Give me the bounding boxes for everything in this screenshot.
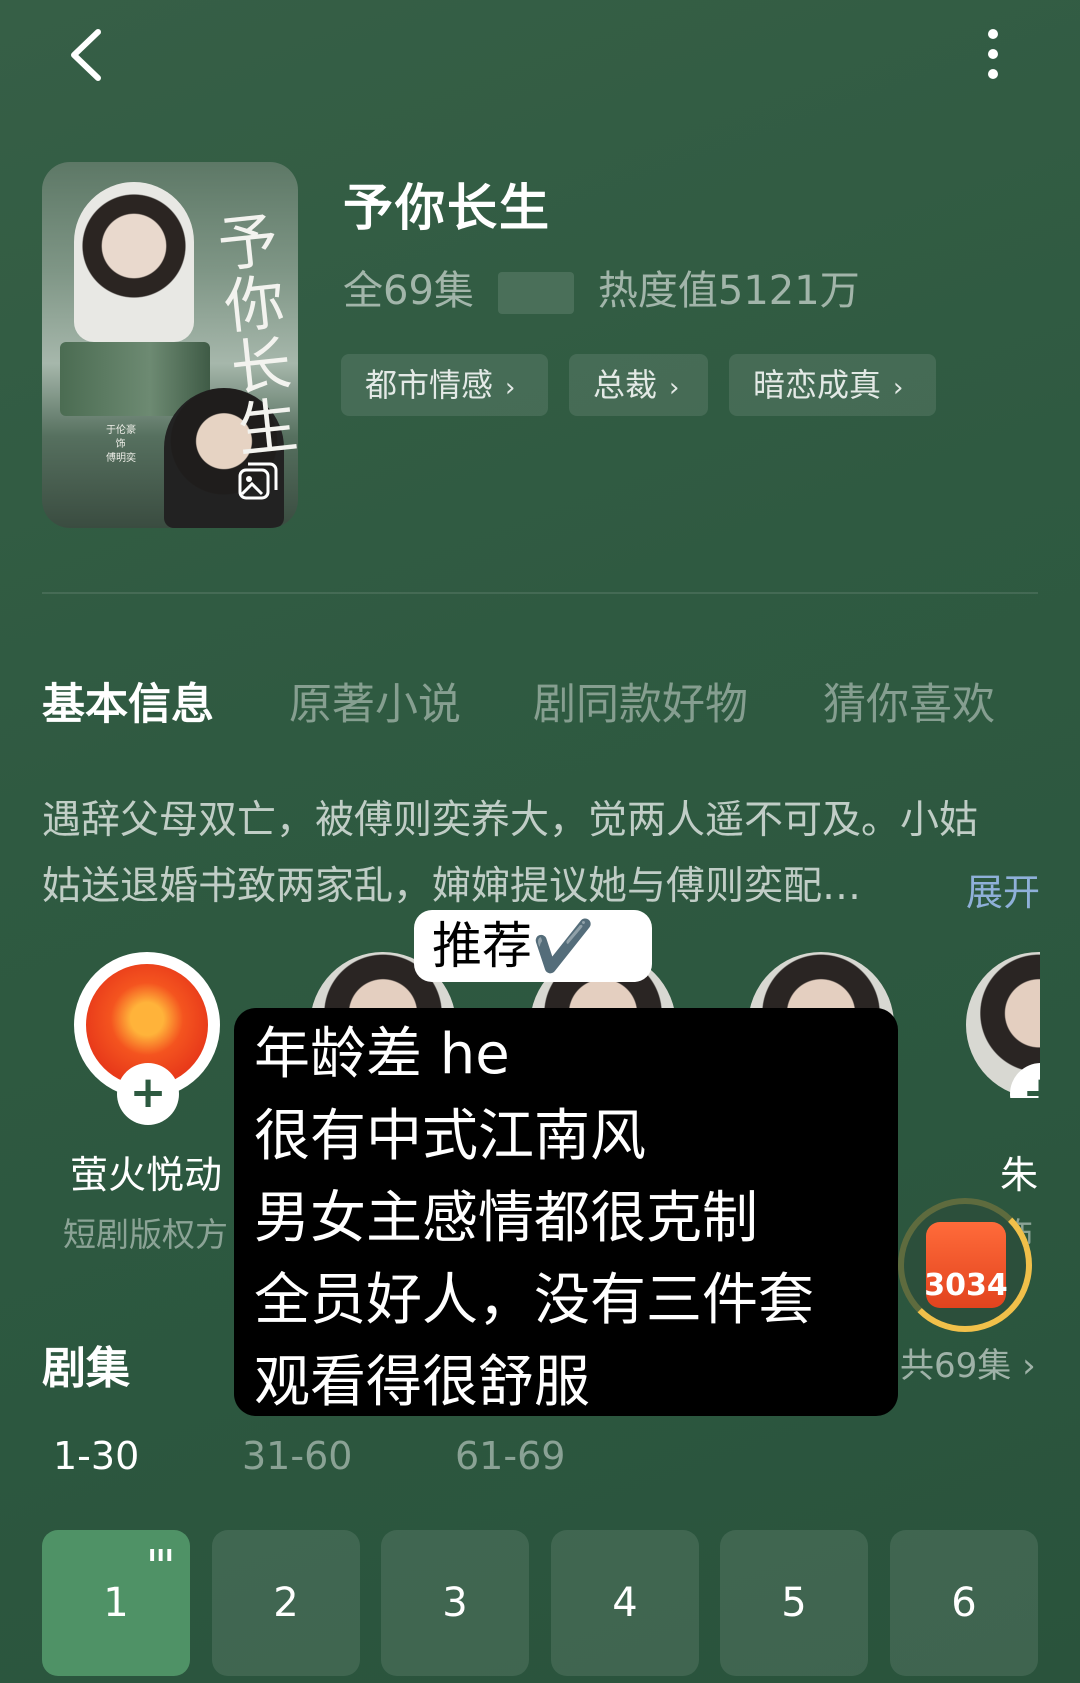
reward-coin-button[interactable]: 3034 (898, 1198, 1032, 1332)
episode-count: 全69集 (343, 268, 474, 314)
heat-value: 热度值5121万 (597, 268, 860, 314)
chevron-right-icon: › (669, 373, 680, 403)
episode-button-2[interactable]: 2 (212, 1530, 360, 1676)
tab-original-novel[interactable]: 原著小说 (289, 670, 461, 732)
episode-button-5[interactable]: 5 (720, 1530, 868, 1676)
poster-cast-text: 于伦豪 饰 傅明奕 (106, 425, 136, 464)
synopsis: 遇辞父母双亡，被傅则奕养大，觉两人遥不可及。小姑姑送退婚书致两家乱，婶婶提议她与… (42, 798, 979, 909)
all-episodes-link[interactable]: 共69集 › (900, 1338, 1036, 1387)
divider (42, 592, 1038, 594)
review-line: 全员好人，没有三件套 (254, 1268, 814, 1333)
episode-number: 1 (103, 1580, 129, 1626)
tag-label: 暗恋成真 (753, 366, 882, 404)
tag-secret-crush[interactable]: 暗恋成真 › (729, 354, 936, 416)
recommend-sticker: 推荐✔️ (414, 910, 652, 982)
episode-button-4[interactable]: 4 (551, 1530, 699, 1676)
chevron-left-icon (71, 29, 101, 81)
cast-avatar-clip: + (966, 952, 1040, 1098)
reward-value: 3034 (924, 1268, 1008, 1303)
tab-basic-info[interactable]: 基本信息 (42, 670, 214, 732)
redacted-area (497, 272, 574, 314)
drama-title: 予你长生 (343, 179, 551, 237)
drama-poster[interactable]: 予你长生 于伦豪 饰 傅明奕 (42, 162, 298, 528)
cast-name: 朱 (1000, 1153, 1039, 1192)
expand-link[interactable]: 展开 (966, 862, 1040, 916)
back-button[interactable] (60, 20, 120, 90)
drama-meta: 全69集 热度值5121万 (343, 258, 860, 316)
follow-button[interactable]: + (117, 1063, 179, 1125)
range-tab-31-60[interactable]: 31-60 (242, 1434, 352, 1478)
tag-ceo[interactable]: 总裁 › (569, 354, 708, 416)
more-vertical-icon (988, 29, 998, 79)
review-line: 男女主感情都很克制 (254, 1186, 758, 1251)
chevron-right-icon: › (505, 373, 516, 403)
cast-name: 萤火悦动 (70, 1153, 223, 1197)
episode-button-3[interactable]: 3 (381, 1530, 529, 1676)
more-button[interactable] (966, 20, 1020, 90)
range-tab-61-69[interactable]: 61-69 (455, 1434, 565, 1478)
cast-role: 短剧版权方 (63, 1215, 228, 1254)
tab-recommendations[interactable]: 猜你喜欢 (823, 670, 995, 732)
gallery-icon[interactable] (236, 460, 280, 504)
cast-name-clip: 朱 (1000, 1144, 1040, 1192)
episodes-title: 剧集 (42, 1343, 130, 1394)
tag-label: 都市情感 (365, 366, 494, 404)
review-sticker: 年龄差 he 很有中式江南风 男女主感情都很克制 全员好人，没有三件套 观看得很… (234, 1008, 898, 1416)
review-line: 年龄差 he (254, 1022, 510, 1087)
tag-label: 总裁 (593, 366, 658, 404)
chevron-right-icon: › (893, 373, 904, 403)
playing-bars-icon: ııı (148, 1542, 174, 1567)
range-tab-1-30[interactable]: 1-30 (53, 1434, 139, 1478)
poster-actress-figure (74, 182, 194, 342)
review-line: 很有中式江南风 (254, 1104, 646, 1169)
tab-drama-products[interactable]: 剧同款好物 (533, 670, 748, 732)
episode-button-1[interactable]: 1 ııı (42, 1530, 190, 1676)
review-line: 观看得很舒服 (254, 1350, 590, 1415)
tag-urban-romance[interactable]: 都市情感 › (341, 354, 548, 416)
episode-button-6[interactable]: 6 (890, 1530, 1038, 1676)
